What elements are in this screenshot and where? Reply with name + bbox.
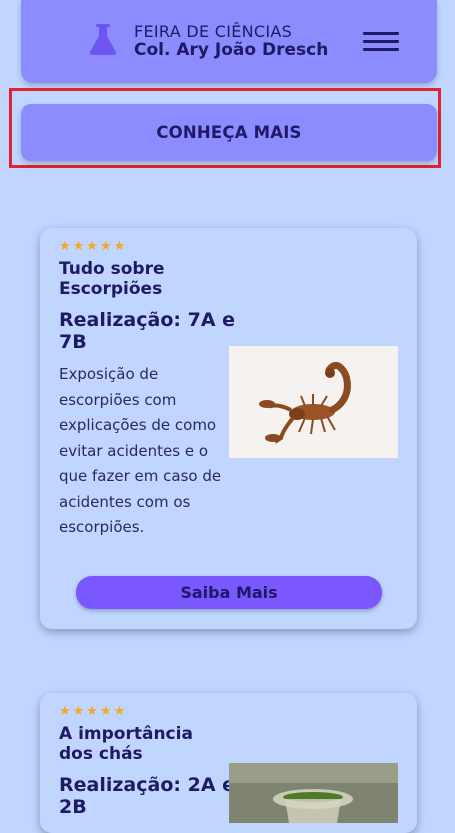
card-title: Tudo sobre Escorpiões	[59, 259, 165, 299]
site-header: FEIRA DE CIÊNCIAS Col. Ary João Dresch	[21, 0, 437, 83]
learn-more-button[interactable]: CONHEÇA MAIS	[21, 104, 437, 161]
site-title-line1: FEIRA DE CIÊNCIAS	[134, 22, 293, 41]
rating-stars: ★★★★★	[59, 239, 128, 254]
rating-stars: ★★★★★	[59, 704, 128, 719]
project-card: ★★★★★ Tudo sobre Escorpiões Realização: …	[40, 228, 417, 629]
hamburger-menu-icon[interactable]	[363, 30, 399, 54]
tea-image	[229, 763, 398, 823]
card-subtitle: Realização: 7A e 7B	[59, 309, 236, 353]
read-more-button[interactable]: Saiba Mais	[76, 576, 382, 609]
flask-icon	[89, 24, 117, 55]
card-description: Exposição de escorpiões com explicações …	[59, 365, 222, 536]
site-title: FEIRA DE CIÊNCIAS Col. Ary João Dresch	[134, 22, 328, 60]
scorpion-image	[229, 346, 398, 458]
site-title-line2: Col. Ary João Dresch	[134, 40, 329, 60]
card-title: A importância dos chás	[59, 724, 193, 764]
project-card: ★★★★★ A importância dos chás Realização:…	[40, 693, 417, 833]
card-subtitle: Realização: 2A e 2B	[59, 774, 236, 818]
